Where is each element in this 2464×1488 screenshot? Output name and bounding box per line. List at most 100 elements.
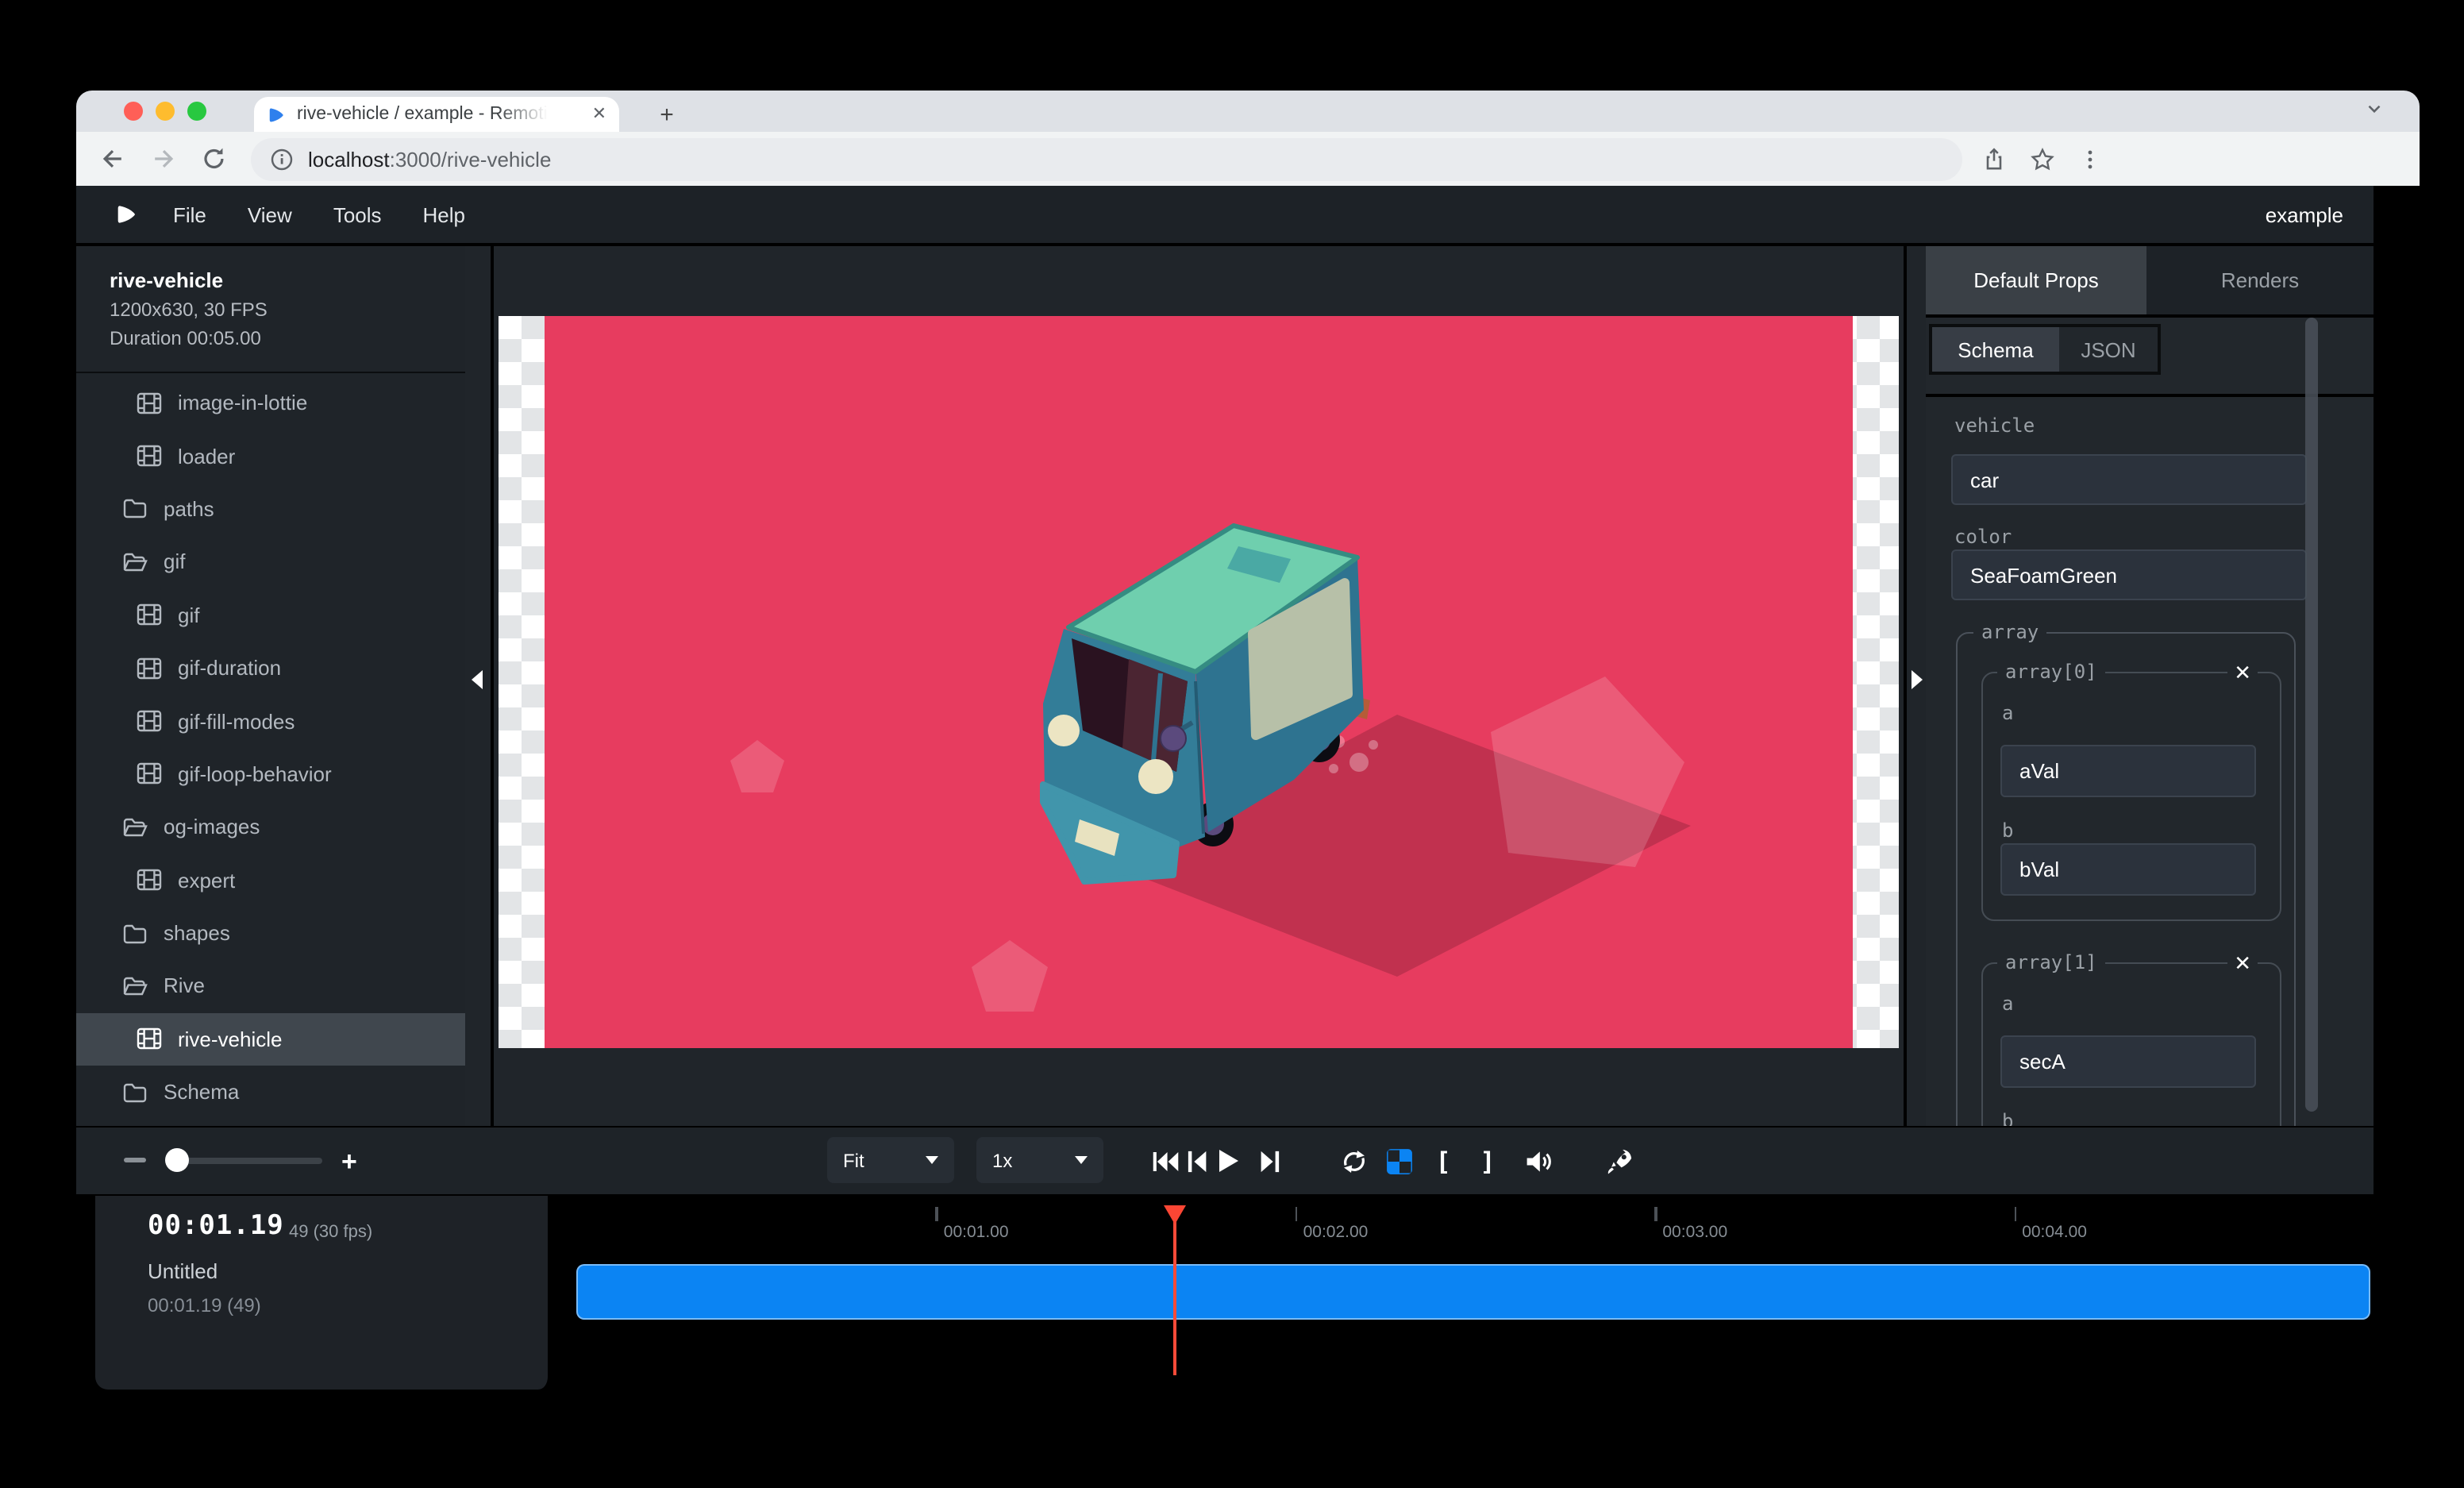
sidebar-item-rive-vehicle[interactable]: rive-vehicle — [76, 1012, 465, 1066]
track-name[interactable]: Untitled — [148, 1259, 218, 1283]
preview-canvas[interactable] — [499, 316, 1899, 1048]
toggle-json[interactable]: JSON — [2059, 327, 2158, 372]
in-point-button[interactable]: [ — [1429, 1147, 1457, 1175]
collapse-panel-icon[interactable] — [1912, 670, 1923, 689]
timeline-track-bar[interactable] — [576, 1264, 2370, 1320]
speed-select[interactable]: 1x — [976, 1137, 1103, 1183]
array-1-legend: array[1] — [1997, 951, 2105, 973]
sidebar-item-label: gif — [164, 550, 185, 574]
film-icon — [137, 603, 162, 628]
array-0-fieldset: array[0] ✕ a aVal b bVal — [1981, 672, 2281, 921]
film-icon — [137, 708, 162, 734]
sidebar-item-label: loader — [178, 444, 235, 468]
sidebar-item-label: og-images — [164, 815, 260, 839]
menu-file[interactable]: File — [173, 202, 206, 226]
bookmark-star-icon[interactable] — [2029, 145, 2056, 172]
vehicle-input[interactable]: car — [1951, 454, 2307, 505]
sidebar-item-image-in-lottie[interactable]: image-in-lottie — [76, 376, 465, 430]
zoom-slider-thumb[interactable] — [165, 1148, 189, 1172]
sidebar-item-gif-loop-behavior[interactable]: gif-loop-behavior — [76, 747, 465, 800]
remove-array-0-icon[interactable]: ✕ — [2227, 662, 2258, 683]
timeline-track-area[interactable]: 00:01.0000:02.0000:03.0000:04.00 — [554, 1196, 2374, 1390]
close-window-button[interactable] — [124, 101, 143, 120]
address-bar[interactable]: localhost:3000/rive-vehicle — [251, 137, 1962, 180]
remove-array-1-icon[interactable]: ✕ — [2227, 953, 2258, 973]
film-icon — [137, 1027, 162, 1052]
playhead-line[interactable] — [1173, 1205, 1176, 1375]
sidebar-folder-paths[interactable]: paths — [76, 483, 465, 536]
new-tab-button[interactable]: + — [648, 97, 686, 132]
sidebar-item-expert[interactable]: expert — [76, 854, 465, 907]
menu-help[interactable]: Help — [423, 202, 466, 226]
tab-default-props[interactable]: Default Props — [1926, 246, 2146, 314]
site-info-icon[interactable] — [270, 147, 294, 171]
sidebar-folder-Schema[interactable]: Schema — [76, 1066, 465, 1119]
film-icon — [137, 390, 162, 415]
toggle-schema[interactable]: Schema — [1932, 327, 2059, 372]
ruler-label: 00:01.00 — [944, 1223, 1009, 1242]
play-button[interactable] — [1213, 1147, 1242, 1175]
folder-open-icon — [122, 973, 148, 999]
fit-select[interactable]: Fit — [827, 1137, 954, 1183]
panel-gutter — [1907, 246, 1926, 1126]
sidebar-item-label: paths — [164, 497, 214, 521]
minimize-window-button[interactable] — [156, 101, 175, 120]
array-0-a-input[interactable]: aVal — [2000, 745, 2256, 797]
array-0-b-input[interactable]: bVal — [2000, 843, 2256, 896]
tab-renders[interactable]: Renders — [2146, 246, 2374, 314]
film-icon — [137, 443, 162, 468]
sidebar-item-gif-duration[interactable]: gif-duration — [76, 642, 465, 695]
color-input[interactable]: SeaFoamGreen — [1951, 549, 2307, 600]
sidebar-item-gif-fill-modes[interactable]: gif-fill-modes — [76, 695, 465, 748]
tab-close-icon[interactable]: ✕ — [592, 106, 606, 123]
next-frame-button[interactable] — [1256, 1147, 1284, 1175]
preview-area — [494, 246, 1904, 1126]
folder-icon — [122, 920, 148, 946]
folder-icon — [122, 496, 148, 522]
sidebar-item-gif[interactable]: gif — [76, 588, 465, 642]
zoom-out-icon[interactable] — [124, 1158, 146, 1162]
tab-search-chevron-icon[interactable] — [2364, 98, 2385, 119]
composition-info: rive-vehicle 1200x630, 30 FPS Duration 0… — [76, 246, 465, 373]
collapse-sidebar-icon[interactable] — [472, 670, 483, 689]
timeline: 00:01.19 49 (30 fps) Untitled 00:01.19 (… — [76, 1196, 2374, 1390]
sidebar-folder-shapes[interactable]: shapes — [76, 907, 465, 960]
reload-icon[interactable] — [200, 145, 229, 173]
array-1-a-input[interactable]: secA — [2000, 1035, 2256, 1088]
composition-list: image-in-lottieloaderpathsgifgifgif-dura… — [76, 376, 465, 1119]
vehicle-label: vehicle — [1954, 414, 2035, 437]
browser-tab[interactable]: rive-vehicle / example - Remoti ✕ — [254, 97, 619, 132]
sidebar-folder-og-images[interactable]: og-images — [76, 800, 465, 854]
back-icon[interactable] — [98, 145, 127, 173]
remotion-logo-icon[interactable] — [114, 202, 138, 227]
array-fieldset: array array[0] ✕ a aVal b bVal array[1] … — [1956, 632, 2296, 1126]
zoom-in-icon[interactable]: + — [341, 1147, 357, 1178]
browser-menu-icon[interactable] — [2078, 145, 2102, 172]
forward-icon[interactable] — [149, 145, 178, 173]
array-legend: array — [1973, 621, 2046, 643]
loop-toggle-button[interactable] — [1340, 1147, 1369, 1175]
sidebar-item-loader[interactable]: loader — [76, 430, 465, 483]
previous-frame-button[interactable] — [1181, 1147, 1210, 1175]
panel-scrollbar[interactable] — [2305, 318, 2318, 1112]
vehicle-illustration — [545, 316, 1853, 1048]
project-name: example — [2266, 202, 2343, 226]
ruler-tick — [1654, 1207, 1657, 1221]
props-panel: Default Props Renders Schema JSON vehicl… — [1926, 246, 2374, 1126]
sidebar-folder-gif[interactable]: gif — [76, 535, 465, 588]
jump-to-start-button[interactable] — [1151, 1147, 1180, 1175]
out-point-button[interactable]: ] — [1473, 1147, 1502, 1175]
transparency-toggle-button[interactable] — [1384, 1147, 1413, 1175]
share-icon[interactable] — [1981, 145, 2007, 172]
zoom-window-button[interactable] — [187, 101, 206, 120]
sidebar-item-label: expert — [178, 868, 235, 892]
menu-view[interactable]: View — [248, 202, 292, 226]
app-menubar: File View Tools Help example — [76, 186, 2374, 245]
chevron-down-icon — [926, 1156, 938, 1164]
array-0-legend: array[0] — [1997, 661, 2105, 683]
menu-tools[interactable]: Tools — [333, 202, 382, 226]
render-rocket-button[interactable] — [1605, 1147, 1634, 1175]
playhead-handle[interactable] — [1164, 1205, 1186, 1224]
sidebar-folder-Rive[interactable]: Rive — [76, 960, 465, 1013]
volume-button[interactable] — [1524, 1147, 1553, 1175]
